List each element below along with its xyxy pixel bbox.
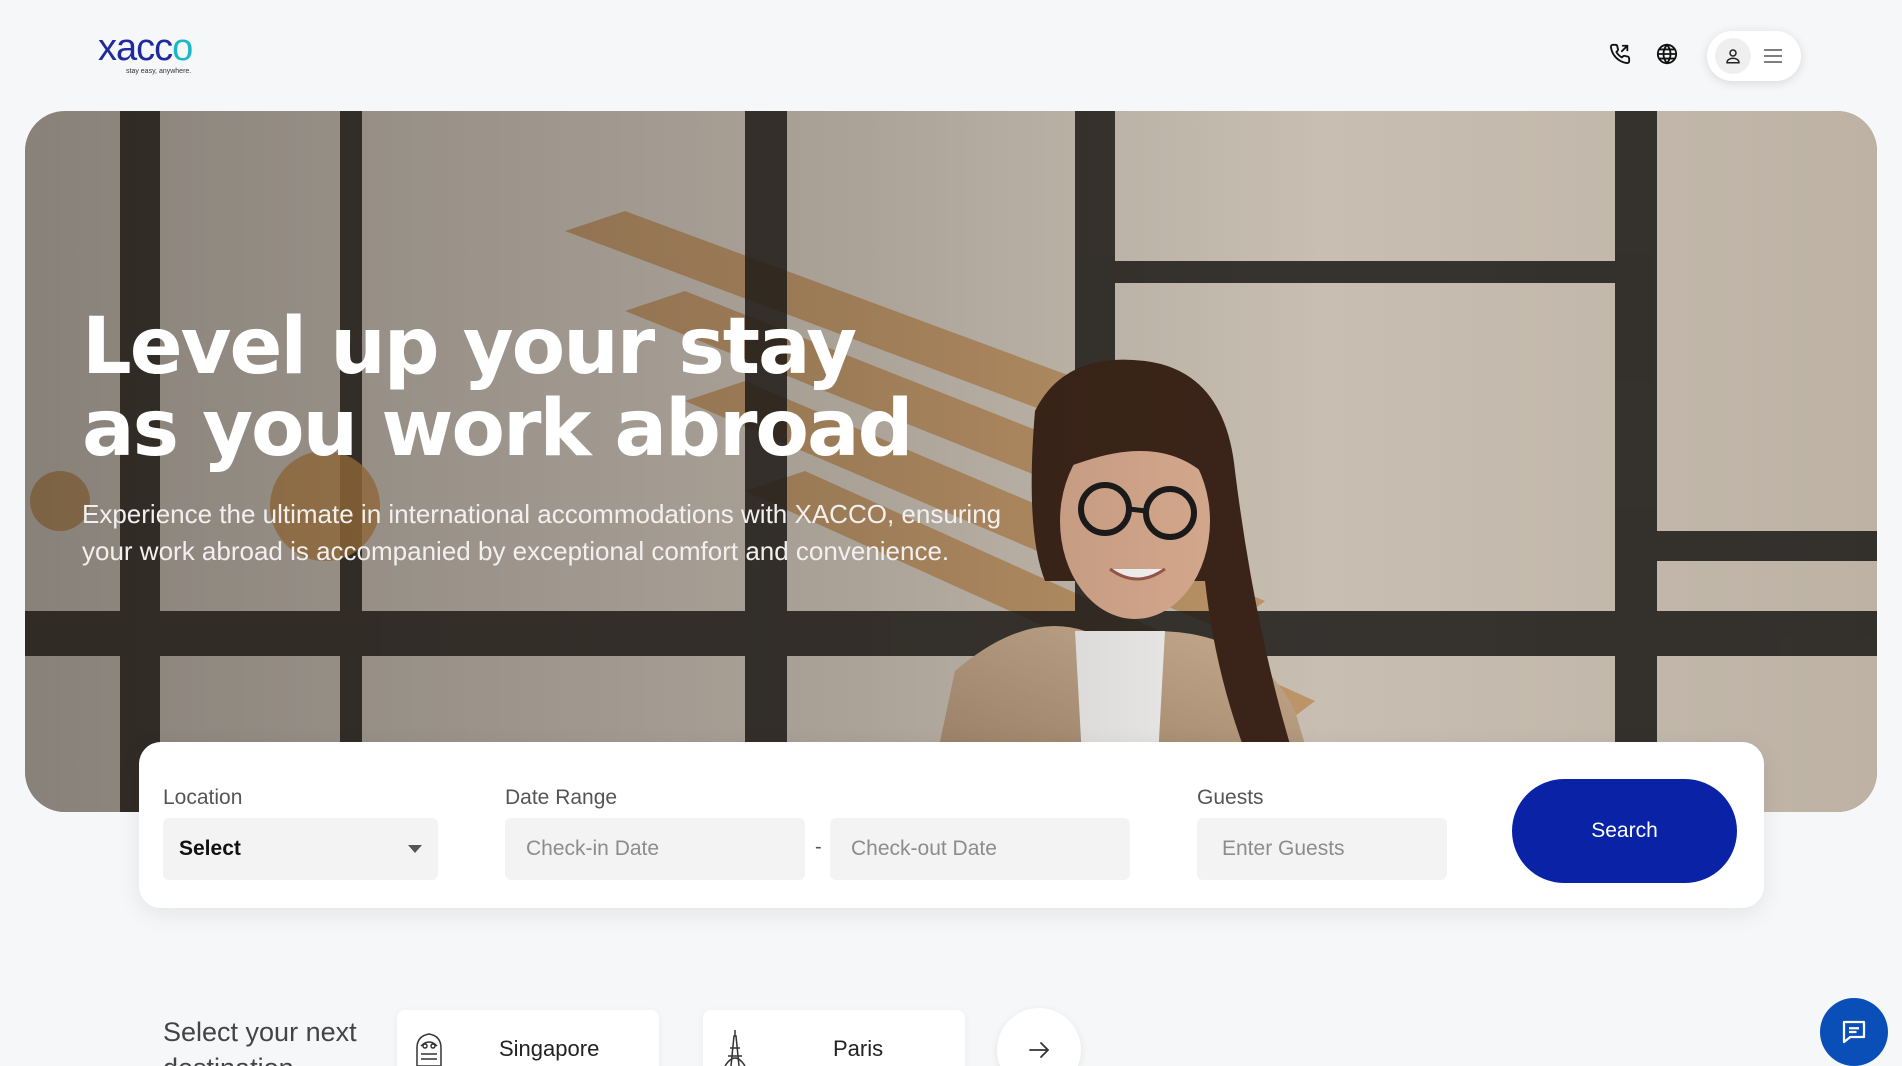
date-range-label: Date Range <box>505 786 618 809</box>
destination-label-paris: Paris <box>833 1036 884 1061</box>
location-select[interactable]: Select <box>163 818 438 880</box>
user-menu-button[interactable] <box>1707 31 1801 81</box>
destination-card-paris[interactable]: Paris <box>703 1010 965 1066</box>
location-label: Location <box>163 786 243 809</box>
checkout-date-input[interactable] <box>830 818 1130 880</box>
eiffel-tower-icon <box>724 1030 746 1066</box>
menu-icon <box>1763 48 1783 64</box>
logo-tagline: stay easy, anywhere. <box>126 68 192 75</box>
site-header: xacco stay easy, anywhere. <box>0 0 1902 110</box>
chevron-down-icon <box>408 845 422 853</box>
location-select-value: Select <box>179 837 241 860</box>
hero-subtitle: Experience the ultimate in international… <box>82 499 1002 566</box>
date-separator: - <box>815 836 822 858</box>
globe-icon[interactable] <box>1655 42 1679 66</box>
arrow-right-icon <box>1029 1042 1050 1058</box>
chat-widget-button[interactable] <box>1820 998 1888 1066</box>
hero-title-line-2: as you work abroad <box>82 384 913 474</box>
search-button[interactable]: Search <box>1512 779 1737 883</box>
guests-input[interactable] <box>1197 818 1447 880</box>
chat-icon <box>1842 1020 1866 1044</box>
hero-banner: Level up your stay as you work abroad Ex… <box>25 111 1877 812</box>
destinations-heading: Select your next destination <box>163 1017 357 1066</box>
merlion-icon <box>416 1033 442 1066</box>
destination-card-singapore[interactable]: Singapore <box>397 1010 659 1066</box>
xacco-logo[interactable]: xacco stay easy, anywhere. <box>98 28 238 78</box>
search-panel: Location Select Date Range - Guests Sear… <box>139 742 1764 908</box>
checkin-date-input[interactable] <box>505 818 805 880</box>
destination-label-singapore: Singapore <box>499 1036 600 1061</box>
phone-icon[interactable] <box>1608 42 1632 66</box>
hero-title: Level up your stay as you work abroad <box>82 306 982 470</box>
logo-wordmark: xacco <box>98 27 193 69</box>
next-destinations-button[interactable] <box>997 1008 1081 1066</box>
guests-label: Guests <box>1197 786 1264 809</box>
hero-title-line-1: Level up your stay <box>82 302 857 392</box>
user-icon <box>1715 38 1751 74</box>
